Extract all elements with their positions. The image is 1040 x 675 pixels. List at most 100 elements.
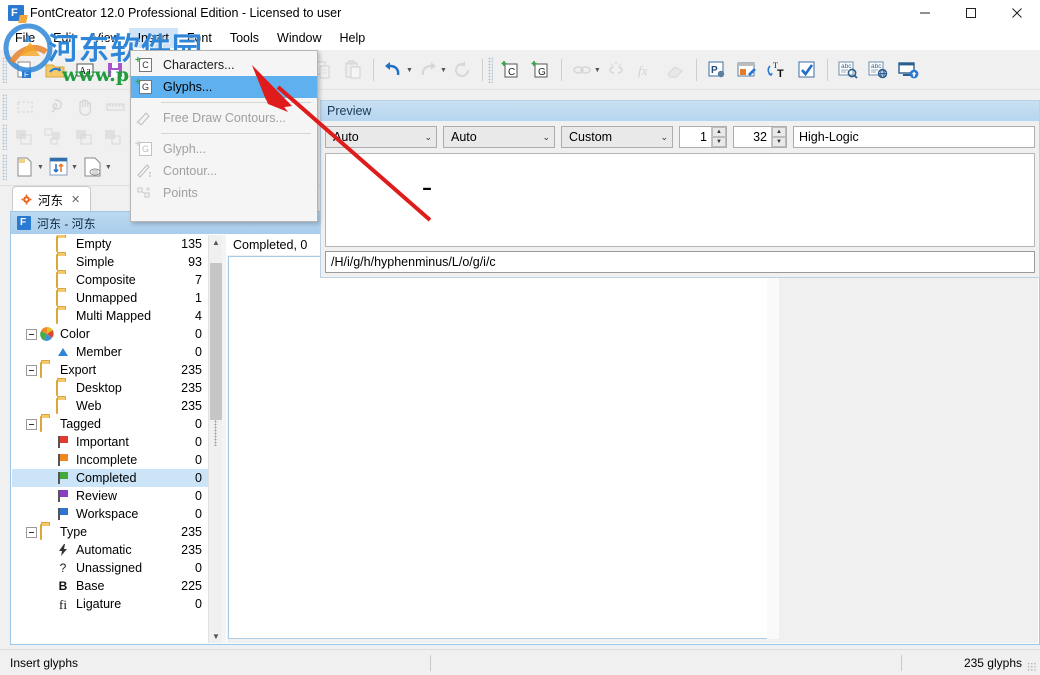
save-disk-icon[interactable] bbox=[100, 55, 130, 85]
tree-vertical-scrollbar[interactable]: ▲ ▼ bbox=[208, 235, 222, 643]
preview-size-spinner[interactable]: 32 ▲ ▼ bbox=[733, 126, 787, 148]
preview-zoom-spinner[interactable]: 1 ▲ ▼ bbox=[679, 126, 727, 148]
insert-c-icon[interactable]: C bbox=[496, 55, 526, 85]
preview-size-spin-buttons[interactable]: ▲ ▼ bbox=[771, 127, 786, 147]
aa-icon[interactable]: Aa bbox=[70, 55, 100, 85]
eraser-icon[interactable] bbox=[661, 55, 691, 85]
undo-arrow-icon[interactable] bbox=[379, 55, 409, 85]
tree-node[interactable]: Type 235 bbox=[12, 523, 208, 541]
ruler-icon[interactable] bbox=[100, 92, 130, 122]
menu-file[interactable]: File bbox=[6, 28, 44, 48]
menu-view[interactable]: View bbox=[84, 28, 129, 48]
menu-item-points[interactable]: Points bbox=[131, 182, 317, 204]
refresh-icon[interactable] bbox=[447, 55, 477, 85]
glyph-grid-canvas[interactable] bbox=[228, 256, 768, 639]
send-back-icon[interactable] bbox=[70, 122, 100, 152]
menu-help[interactable]: Help bbox=[331, 28, 375, 48]
abc-globe-icon[interactable]: abc bbox=[863, 55, 893, 85]
spin-down-icon[interactable]: ▼ bbox=[772, 137, 786, 147]
tree-node[interactable]: Review 0 bbox=[12, 487, 208, 505]
tools-grip-3[interactable] bbox=[2, 154, 7, 180]
redo-arrow-icon[interactable] bbox=[413, 55, 443, 85]
menu-font[interactable]: Font bbox=[178, 28, 221, 48]
unlink-icon[interactable] bbox=[601, 55, 631, 85]
fx-icon[interactable]: fx bbox=[631, 55, 661, 85]
design-pencil-icon[interactable] bbox=[732, 55, 762, 85]
tree-splitter[interactable] bbox=[222, 235, 226, 643]
tree-node[interactable]: Tagged 0 bbox=[12, 415, 208, 433]
preview-language-combo[interactable]: Auto ⌄ bbox=[443, 126, 555, 148]
tree-collapse-toggle[interactable] bbox=[26, 328, 37, 340]
bring-front-icon[interactable] bbox=[10, 122, 40, 152]
tree-node[interactable]: Empty 135 bbox=[12, 235, 208, 253]
tree-collapse-toggle[interactable] bbox=[26, 526, 37, 538]
tree-collapse-toggle[interactable] bbox=[26, 364, 37, 376]
menu-item-contour[interactable]: Contour... bbox=[131, 160, 317, 182]
tree-node[interactable]: Multi Mapped 4 bbox=[12, 307, 208, 325]
order-icon[interactable] bbox=[100, 122, 130, 152]
preview-script-combo[interactable]: Auto ⌄ bbox=[325, 126, 437, 148]
lasso-icon[interactable] bbox=[40, 92, 70, 122]
tree-node[interactable]: fi Ligature 0 bbox=[12, 595, 208, 613]
tree-node[interactable]: ? Unassigned 0 bbox=[12, 559, 208, 577]
monitor-upload-icon[interactable] bbox=[893, 55, 923, 85]
link-icon[interactable] bbox=[567, 55, 597, 85]
menu-window[interactable]: Window bbox=[268, 28, 330, 48]
spin-up-icon[interactable]: ▲ bbox=[712, 127, 726, 137]
tree-node[interactable]: Member 0 bbox=[12, 343, 208, 361]
menu-tools[interactable]: Tools bbox=[221, 28, 268, 48]
document-tab[interactable]: 河东 ✕ bbox=[12, 186, 92, 212]
tree-node[interactable]: Completed 0 bbox=[12, 469, 208, 487]
tree-node[interactable]: Composite 7 bbox=[12, 271, 208, 289]
scroll-up-arrow-icon[interactable]: ▲ bbox=[209, 235, 222, 249]
preview-zoom-spin-buttons[interactable]: ▲ ▼ bbox=[711, 127, 726, 147]
new-font-icon[interactable]: F bbox=[10, 55, 40, 85]
insert-g-icon[interactable]: G bbox=[526, 55, 556, 85]
preview-render-canvas[interactable]: - bbox=[325, 153, 1035, 247]
new-page-icon[interactable] bbox=[10, 152, 40, 182]
toolbar-grip-2[interactable] bbox=[487, 57, 493, 83]
open-folder-icon[interactable] bbox=[40, 55, 70, 85]
group-icon[interactable] bbox=[40, 122, 70, 152]
tree-scroll-grip[interactable] bbox=[214, 420, 217, 446]
tree-node[interactable]: Automatic 235 bbox=[12, 541, 208, 559]
spin-up-icon[interactable]: ▲ bbox=[772, 127, 786, 137]
tree-collapse-toggle[interactable] bbox=[26, 418, 37, 430]
tools-grip-2[interactable] bbox=[2, 124, 7, 150]
tools-grip-1[interactable] bbox=[2, 94, 7, 120]
properties-p-icon[interactable]: P bbox=[702, 55, 732, 85]
tree-node[interactable]: Color 0 bbox=[12, 325, 208, 343]
preview-feature-combo[interactable]: Custom ⌄ bbox=[561, 126, 673, 148]
close-icon[interactable] bbox=[994, 0, 1040, 26]
menu-item-free-draw-contours[interactable]: Free Draw Contours... bbox=[131, 107, 317, 129]
tree-node[interactable]: Workspace 0 bbox=[12, 505, 208, 523]
tree-node[interactable]: Unmapped 1 bbox=[12, 289, 208, 307]
tree-node[interactable]: Incomplete 0 bbox=[12, 451, 208, 469]
minimize-icon[interactable] bbox=[902, 0, 948, 26]
tree-scroll-thumb[interactable] bbox=[210, 263, 222, 420]
tree-node[interactable]: Simple 93 bbox=[12, 253, 208, 271]
preview-font-name-field[interactable]: High-Logic bbox=[793, 126, 1035, 148]
hand-icon[interactable] bbox=[70, 92, 100, 122]
maximize-icon[interactable] bbox=[948, 0, 994, 26]
marquee-select-icon[interactable] bbox=[10, 92, 40, 122]
menu-item-glyph[interactable]: G + Glyph... bbox=[131, 138, 317, 160]
transform-t-icon[interactable]: T T bbox=[762, 55, 792, 85]
checkmark-icon[interactable] bbox=[792, 55, 822, 85]
tree-node[interactable]: Web 235 bbox=[12, 397, 208, 415]
tree-node[interactable]: B Base 225 bbox=[12, 577, 208, 595]
paste-icon[interactable] bbox=[338, 55, 368, 85]
spin-down-icon[interactable]: ▼ bbox=[712, 137, 726, 147]
tab-close-icon[interactable]: ✕ bbox=[71, 193, 80, 206]
glyph-grid-scrollbar[interactable] bbox=[767, 256, 779, 639]
resize-grip-icon[interactable] bbox=[1027, 662, 1037, 672]
toolbar-grip[interactable] bbox=[2, 57, 7, 83]
menu-item-glyphs[interactable]: G + Glyphs... bbox=[131, 76, 317, 98]
tree-node[interactable]: Desktop 235 bbox=[12, 379, 208, 397]
menu-item-characters[interactable]: C + Characters... bbox=[131, 54, 317, 76]
preview-glyph-sequence-input[interactable]: /H/i/g/h/hyphenminus/L/o/g/i/c bbox=[325, 251, 1035, 273]
tree-node[interactable]: Important 0 bbox=[12, 433, 208, 451]
tree-node[interactable]: Export 235 bbox=[12, 361, 208, 379]
menu-insert[interactable]: Insert bbox=[128, 28, 178, 48]
scroll-down-arrow-icon[interactable]: ▼ bbox=[209, 629, 222, 643]
